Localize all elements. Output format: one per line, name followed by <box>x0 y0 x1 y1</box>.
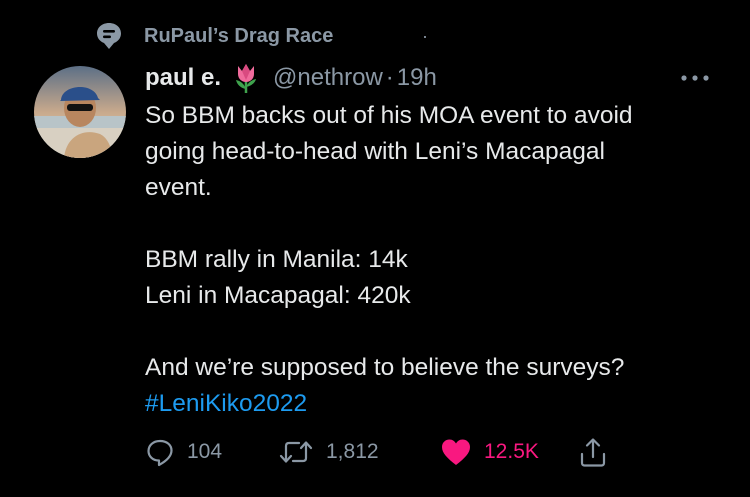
more-dots-icon[interactable] <box>675 64 715 92</box>
tweet-text-line: And we’re supposed to believe the survey… <box>145 354 625 381</box>
heart-icon <box>442 439 470 465</box>
reply-count: 104 <box>187 440 223 463</box>
community-name[interactable]: RuPaul’s Drag Race <box>144 25 333 48</box>
reply-button[interactable]: 104 <box>145 432 222 472</box>
retweet-count: 1,812 <box>326 440 379 463</box>
tulip-icon <box>236 64 257 93</box>
social-context[interactable]: RuPaul’s Drag Race · <box>96 20 428 52</box>
reply-icon <box>147 439 173 467</box>
tweet-text: So BBM backs out of his MOA event to avo… <box>145 98 725 422</box>
retweet-icon <box>279 441 313 463</box>
tweet-text-line: BBM rally in Manila: 14k <box>145 246 408 273</box>
author-name[interactable]: paul e. <box>145 64 221 92</box>
tweet-header: paul e. @nethrow · 19h <box>145 60 437 96</box>
hashtag-link[interactable]: #LeniKiko2022 <box>145 386 725 422</box>
topic-bubble-icon <box>97 23 121 49</box>
context-separator: · <box>422 26 428 46</box>
tweet-timestamp[interactable]: 19h <box>397 64 437 92</box>
tweet-actions: 104 1,812 12.5K <box>145 432 635 472</box>
avatar[interactable] <box>34 66 126 158</box>
tweet-text-line: Leni in Macapagal: 420k <box>145 282 411 309</box>
header-separator: · <box>385 64 394 91</box>
share-icon <box>580 438 606 467</box>
retweet-button[interactable]: 1,812 <box>278 432 379 472</box>
tweet-text-line: So BBM backs out of his MOA event to avo… <box>145 102 633 129</box>
tweet-text-line: event. <box>145 174 212 201</box>
author-handle[interactable]: @nethrow <box>273 64 383 92</box>
share-button[interactable] <box>578 432 608 472</box>
like-count: 12.5K <box>484 440 539 463</box>
avatar-photo <box>34 66 126 158</box>
like-button[interactable]: 12.5K <box>440 432 539 472</box>
tweet-text-line: going head-to-head with Leni’s Macapagal <box>145 138 605 165</box>
